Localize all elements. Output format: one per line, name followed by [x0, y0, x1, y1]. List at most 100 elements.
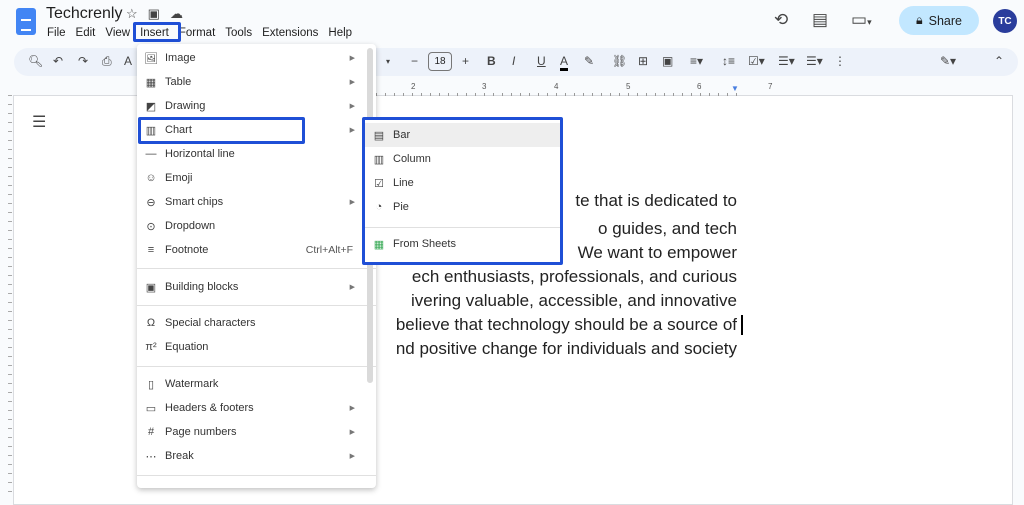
editing-mode-icon[interactable]: ✎▾	[940, 54, 956, 68]
menu-item-label: Dropdown	[165, 220, 216, 232]
underline-button[interactable]: U	[537, 54, 546, 68]
submenu-item-from-sheets[interactable]: ▦ From Sheets	[365, 232, 560, 256]
submenu-item-column[interactable]: ▥ Column	[365, 147, 560, 171]
insert-image-icon[interactable]: ▣	[662, 54, 673, 68]
docs-logo[interactable]	[16, 8, 36, 35]
avatar[interactable]: TC	[993, 9, 1017, 33]
text-cursor	[741, 315, 743, 335]
ruler-number: 4	[554, 82, 559, 91]
column-chart-icon: ▥	[373, 153, 385, 166]
document-title[interactable]: Techcrenly	[46, 5, 122, 23]
menu-item-table[interactable]: ▦ Table ▶	[137, 70, 363, 94]
menu-extensions[interactable]: Extensions	[257, 25, 323, 41]
submenu-item-label: Line	[393, 177, 414, 189]
building-blocks-icon: ▣	[145, 281, 157, 294]
line-spacing-icon[interactable]: ↕≡	[722, 54, 735, 68]
menu-item-break[interactable]: ⋯ Break ▶	[137, 444, 363, 468]
highlight-icon[interactable]: ✎	[584, 54, 594, 68]
menu-view[interactable]: View	[100, 25, 135, 41]
menu-file[interactable]: File	[42, 25, 71, 41]
align-icon[interactable]: ≡▾	[690, 54, 703, 68]
menu-item-image[interactable]: 🖼︎ Image ▶	[137, 46, 363, 70]
doc-line: ivering valuable, accessible, and innova…	[410, 291, 737, 310]
text-color-button[interactable]: A	[560, 54, 569, 71]
history-icon[interactable]: ⟲	[774, 10, 788, 30]
menu-item-label: Special characters	[165, 317, 256, 329]
menu-item-watermark[interactable]: ▯ Watermark	[137, 372, 363, 396]
menu-edit[interactable]: Edit	[71, 25, 101, 41]
insert-highlight	[133, 22, 181, 42]
menu-tools[interactable]: Tools	[220, 25, 257, 41]
menu-item-special-characters[interactable]: Ω Special characters	[137, 311, 363, 335]
menu-item-dropdown[interactable]: ⊙ Dropdown	[137, 214, 363, 238]
bullet-list-icon[interactable]: ☰▾	[778, 54, 795, 68]
menu-item-headers-footers[interactable]: ▭ Headers & footers ▶	[137, 396, 363, 420]
dropdown-icon: ⊙	[146, 220, 156, 233]
menubar: File Edit View Insert Format Tools Exten…	[42, 25, 357, 41]
increase-font-button[interactable]: +	[462, 54, 469, 68]
hash-icon: #	[147, 426, 155, 438]
submenu-arrow-icon: ▶	[349, 453, 355, 460]
menu-item-page-numbers[interactable]: # Page numbers ▶	[137, 420, 363, 444]
more-icon[interactable]: ⋮	[834, 54, 846, 68]
submenu-item-line[interactable]: ☑ Line	[365, 171, 560, 195]
italic-button[interactable]: I	[512, 54, 515, 68]
submenu-item-pie[interactable]: ◔ Pie	[365, 195, 560, 219]
spellcheck-icon[interactable]: A	[124, 54, 132, 68]
emoji-icon: ☺	[145, 172, 157, 184]
table-icon: ▦	[145, 76, 157, 89]
right-indent-marker[interactable]: ▼	[731, 84, 739, 93]
share-button[interactable]: 🔒︎ Share	[899, 6, 979, 35]
bar-chart-icon: ▤	[373, 129, 385, 142]
menu-item-building-blocks[interactable]: ▣ Building blocks ▶	[137, 275, 363, 299]
menu-item-footnote[interactable]: ≡ Footnote Ctrl+Alt+F	[137, 238, 363, 262]
ruler-number: 7	[768, 82, 773, 91]
ruler-number: 3	[482, 82, 487, 91]
vertical-ruler[interactable]	[0, 95, 12, 500]
menu-item-label: Image	[165, 52, 196, 64]
menu-item-smart-chips[interactable]: ⊖ Smart chips ▶	[137, 190, 363, 214]
headers-footers-icon: ▭	[145, 402, 157, 415]
ruler-number: 2	[411, 82, 416, 91]
cloud-status-icon[interactable]: ☁	[170, 6, 193, 21]
menu-item-emoji[interactable]: ☺ Emoji	[137, 166, 363, 190]
submenu-item-bar[interactable]: ▤ Bar	[365, 123, 560, 147]
checklist-icon[interactable]: ☑▾	[748, 54, 765, 68]
numbered-list-icon[interactable]: ☰▾	[806, 54, 823, 68]
collapse-icon[interactable]: ⌃	[994, 54, 1004, 68]
add-comment-icon[interactable]: ⊞	[638, 54, 648, 68]
search-icon[interactable]: 🔍︎	[28, 54, 43, 68]
menu-item-label: Horizontal line	[165, 148, 235, 160]
smart-chips-icon: ⊖	[146, 196, 156, 209]
menu-item-label: Headers & footers	[165, 402, 254, 414]
menu-help[interactable]: Help	[323, 25, 357, 41]
decrease-font-button[interactable]: −	[411, 54, 418, 68]
submenu-arrow-icon: ▶	[349, 79, 355, 86]
meet-icon[interactable]: ▭▾	[851, 10, 872, 30]
break-icon: ⋯	[145, 450, 157, 463]
comments-icon[interactable]: ▤	[812, 10, 828, 30]
redo-icon[interactable]: ↷	[78, 54, 88, 68]
menu-item-horizontal-line[interactable]: — Horizontal line	[137, 142, 363, 166]
font-dropdown-icon[interactable]: ▾	[386, 57, 390, 66]
bold-button[interactable]: B	[487, 54, 496, 68]
font-size-input[interactable]: 18	[428, 52, 452, 71]
outline-icon[interactable]: ☰	[32, 112, 46, 132]
horizontal-line-icon: —	[145, 148, 157, 160]
star-icon[interactable]: ☆	[126, 6, 148, 21]
link-icon[interactable]: ⛓	[612, 54, 627, 68]
drawing-icon: ◩	[145, 100, 157, 113]
menu-item-drawing[interactable]: ◩ Drawing ▶	[137, 94, 363, 118]
undo-icon[interactable]: ↶	[53, 54, 63, 68]
menu-item-equation[interactable]: π² Equation	[137, 335, 363, 359]
menu-item-label: Equation	[165, 341, 209, 353]
doc-line: te that is dedicated to	[575, 191, 737, 210]
submenu-item-label: Pie	[393, 201, 409, 213]
ruler-number: 5	[626, 82, 631, 91]
print-icon[interactable]: ⎙	[102, 54, 112, 69]
title-icons: ☆▣☁	[126, 6, 193, 22]
doc-line: o guides, and tech	[598, 219, 737, 238]
omega-icon: Ω	[146, 317, 156, 329]
footnote-icon: ≡	[147, 244, 155, 256]
move-folder-icon[interactable]: ▣	[148, 6, 170, 21]
